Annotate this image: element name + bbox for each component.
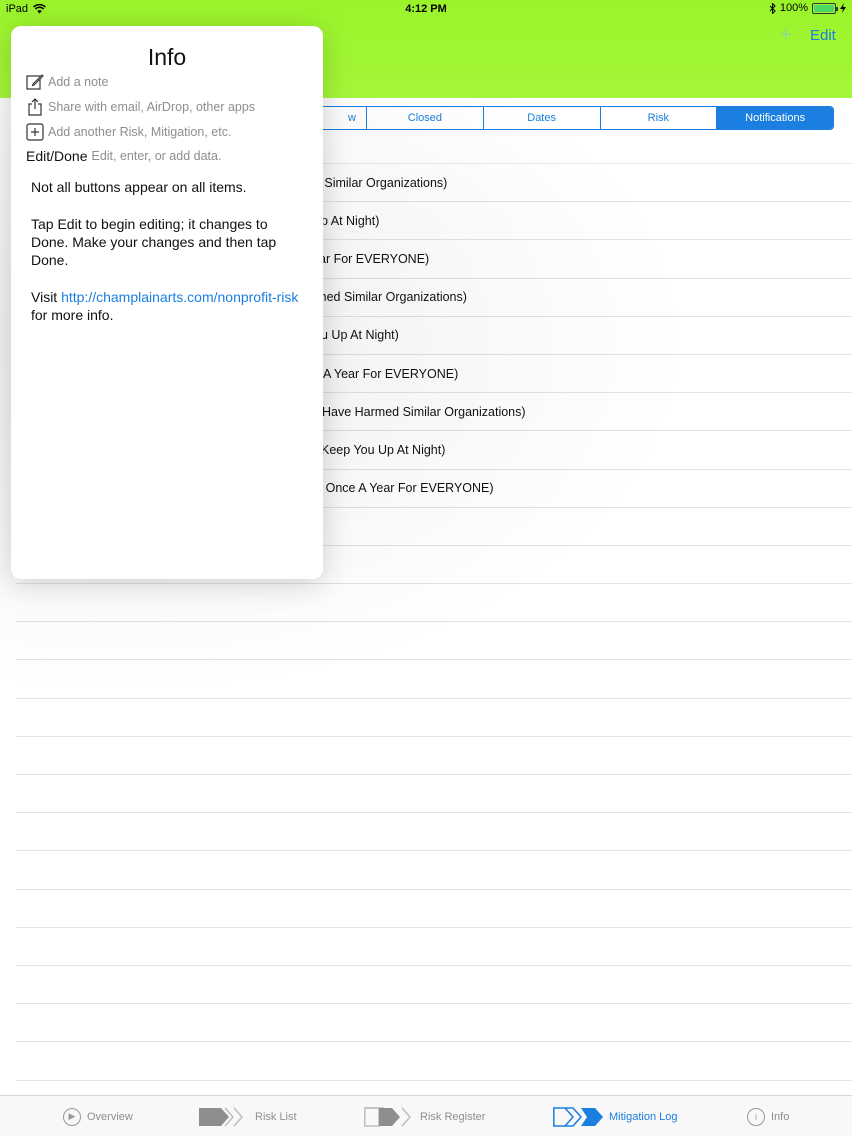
info-link[interactable]: http://champlainarts.com/nonprofit-risk	[61, 289, 298, 305]
charging-icon	[840, 3, 846, 13]
filter-segmented-control: w Closed Dates Risk Notifications	[250, 106, 834, 130]
bluetooth-icon	[769, 2, 776, 14]
add-button[interactable]: +	[780, 24, 792, 47]
empty-row	[16, 890, 852, 928]
help-edit-done-desc: Edit, enter, or add data.	[91, 149, 222, 163]
empty-row	[16, 737, 852, 775]
popover-title: Info	[147, 44, 187, 70]
help-edit-done: Edit/Done Edit, enter, or add data.	[26, 148, 221, 164]
battery-percent: 100%	[779, 2, 808, 14]
visit-suffix: for more info.	[31, 307, 114, 323]
help-add-note-label: Add a note	[48, 75, 109, 89]
help-add-note: Add a note	[26, 73, 108, 91]
empty-row	[16, 966, 852, 1005]
segment-dates[interactable]: Dates	[484, 107, 601, 129]
tab-risk-register-label: Risk Register	[420, 1110, 486, 1123]
tab-overview-label: Overview	[87, 1110, 133, 1123]
tab-bar: ▶ Overview Risk List Risk Register Mitig…	[0, 1095, 852, 1136]
tab-mitigation-log-label: Mitigation Log	[609, 1110, 678, 1123]
empty-row	[16, 584, 852, 623]
empty-row	[16, 660, 852, 699]
empty-row	[16, 1042, 852, 1081]
help-add-item-label: Add another Risk, Mitigation, etc.	[48, 125, 232, 139]
help-share-label: Share with email, AirDrop, other apps	[48, 100, 256, 114]
add-box-icon	[26, 123, 44, 141]
segment-notifications[interactable]: Notifications	[717, 107, 833, 129]
status-time: 4:12 PM	[405, 3, 447, 15]
tab-risk-register[interactable]: Risk Register	[364, 1096, 485, 1136]
info-popover: Info Add a note Share with email, AirDro…	[11, 26, 323, 579]
help-paragraph-edit: Tap Edit to begin editing; it changes to…	[31, 216, 277, 268]
compose-icon	[26, 73, 44, 91]
play-circle-icon: ▶	[63, 1107, 81, 1126]
help-edit-done-title: Edit/Done	[26, 148, 88, 164]
segment-closed[interactable]: Closed	[367, 107, 484, 129]
help-add-item: Add another Risk, Mitigation, etc.	[26, 123, 231, 141]
empty-row	[16, 775, 852, 814]
tab-risk-list-label: Risk List	[255, 1110, 297, 1123]
arrow-chevron-icon	[199, 1107, 244, 1126]
empty-row	[16, 622, 852, 661]
tab-info[interactable]: i Info	[747, 1096, 789, 1136]
help-paragraph-visit: Visit http://champlainarts.com/nonprofit…	[31, 288, 301, 324]
empty-row	[16, 813, 852, 852]
segment-risk[interactable]: Risk	[601, 107, 718, 129]
status-bar: iPad 4:12 PM 100%	[0, 0, 852, 18]
help-share: Share with email, AirDrop, other apps	[26, 98, 255, 116]
arrow-chevron-icon	[553, 1106, 603, 1127]
battery-fill	[814, 4, 834, 12]
tab-mitigation-log[interactable]: Mitigation Log	[553, 1096, 678, 1136]
tab-info-label: Info	[771, 1110, 790, 1123]
empty-row	[16, 928, 852, 966]
edit-button[interactable]: Edit	[810, 27, 836, 44]
info-circle-icon: i	[747, 1107, 765, 1126]
empty-row	[16, 1004, 852, 1043]
empty-row	[16, 699, 852, 737]
share-icon	[26, 98, 44, 116]
tab-risk-list[interactable]: Risk List	[199, 1096, 297, 1136]
help-paragraph-buttons: Not all buttons appear on all items.	[31, 179, 247, 195]
battery-icon	[812, 2, 838, 14]
arrow-chevron-icon	[364, 1106, 412, 1127]
empty-row	[16, 851, 852, 890]
visit-prefix: Visit	[31, 289, 58, 305]
tab-overview[interactable]: ▶ Overview	[63, 1096, 133, 1136]
